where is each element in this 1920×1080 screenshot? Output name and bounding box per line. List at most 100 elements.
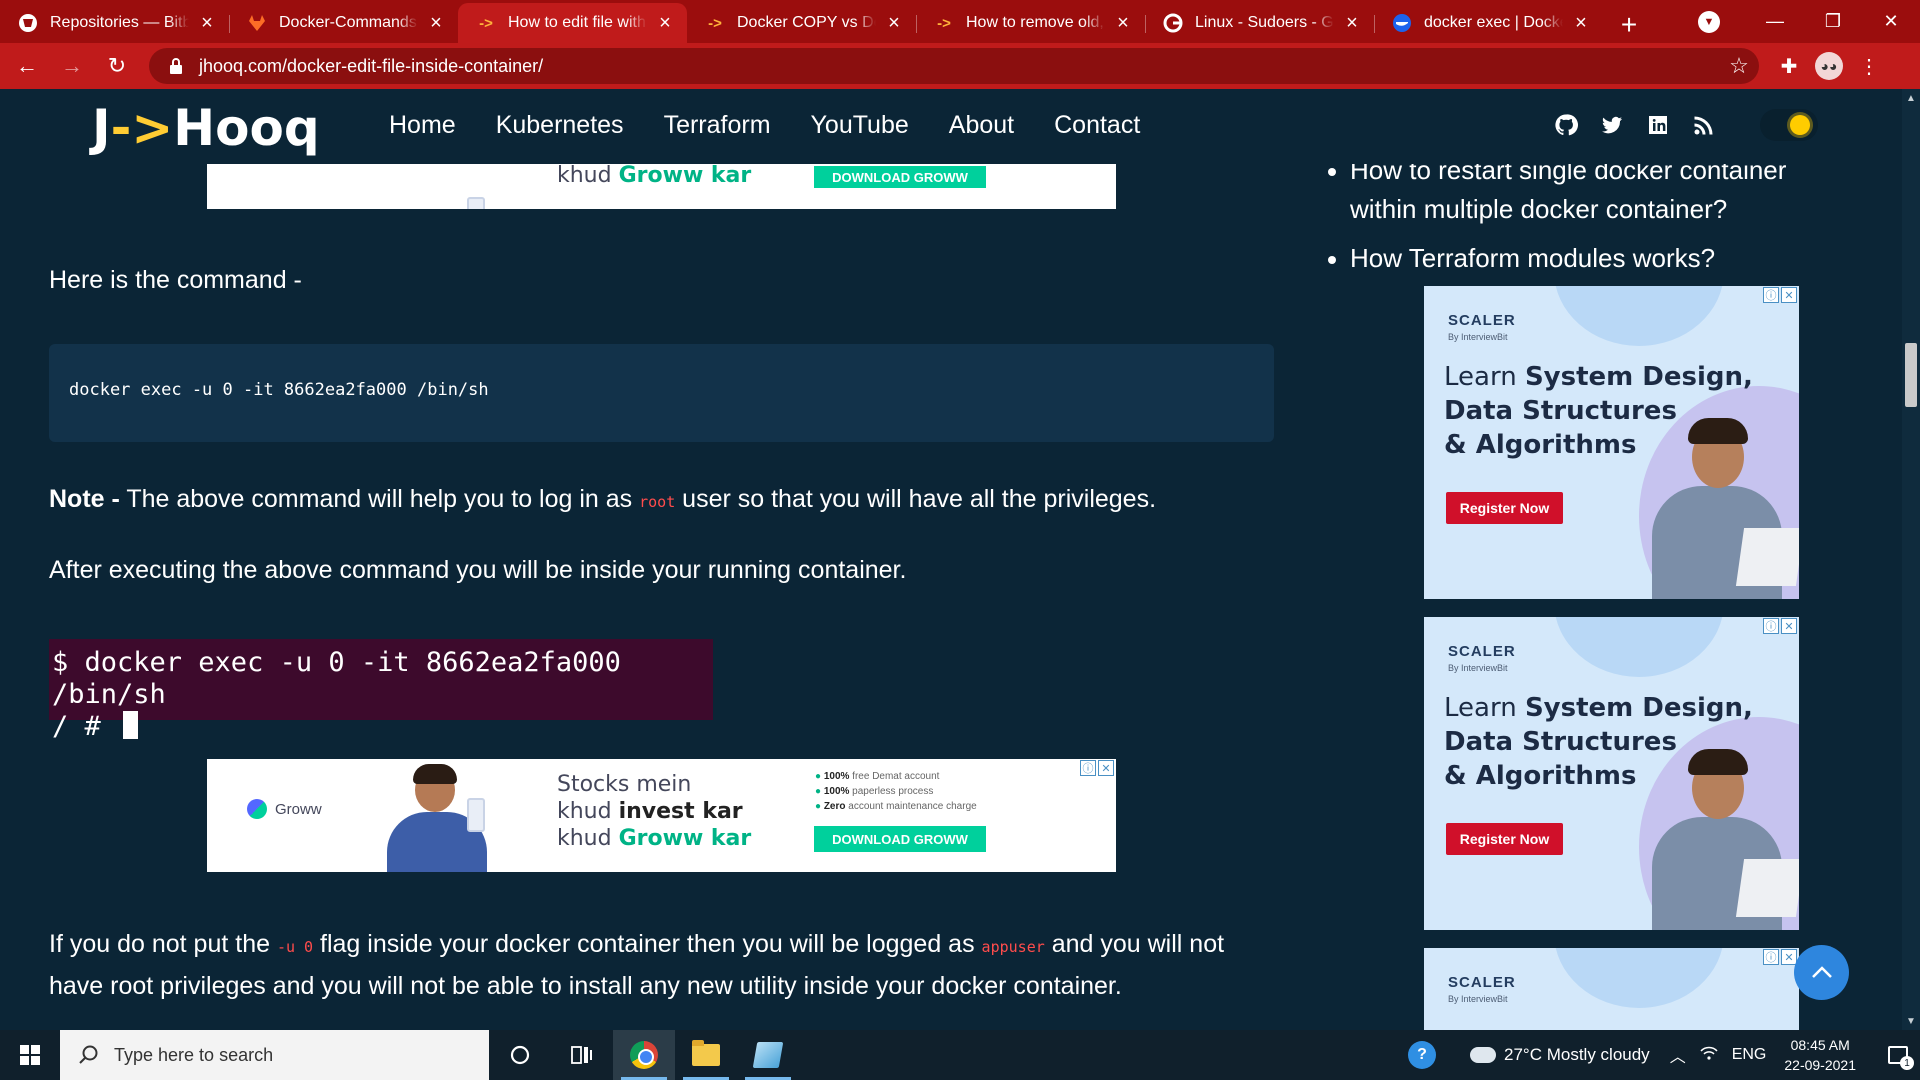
linkedin-icon[interactable] bbox=[1644, 111, 1672, 139]
browser-tab-active[interactable]: -> How to edit file within Docker contai… bbox=[458, 3, 687, 43]
rss-icon[interactable] bbox=[1690, 111, 1718, 139]
browser-tab[interactable]: Linux - Sudoers - Google Search × bbox=[1145, 5, 1374, 41]
clock[interactable]: 08:45 AM 22-09-2021 bbox=[1784, 1035, 1856, 1075]
nav-home[interactable]: Home bbox=[389, 111, 456, 140]
nav-youtube[interactable]: YouTube bbox=[811, 111, 909, 140]
ad-text-bold: System Design, bbox=[1524, 693, 1753, 723]
extension-area: ✚ ◕◕ ⋮ bbox=[1769, 48, 1889, 84]
nav-about[interactable]: About bbox=[949, 111, 1014, 140]
register-now-button[interactable]: Register Now bbox=[1446, 823, 1563, 855]
chrome-taskbar-icon[interactable] bbox=[613, 1030, 675, 1080]
theme-toggle[interactable] bbox=[1760, 109, 1818, 141]
para-text: If you do not put the bbox=[49, 930, 277, 958]
download-groww-button[interactable]: DOWNLOAD GROWW bbox=[814, 826, 986, 852]
close-icon[interactable]: × bbox=[426, 12, 446, 35]
window-controls: ▼ — ❐ ✕ bbox=[1698, 0, 1920, 43]
ad-info-icon[interactable]: ⓘ bbox=[1763, 949, 1779, 965]
ad-person-hair bbox=[1688, 749, 1748, 775]
download-groww-button[interactable]: DOWNLOAD GROWW bbox=[814, 166, 986, 188]
browser-tab[interactable]: -> Docker COPY vs Docker ADD × bbox=[687, 5, 916, 41]
nav-terraform[interactable]: Terraform bbox=[664, 111, 771, 140]
ad-text-green: Groww kar bbox=[618, 826, 752, 851]
action-center-icon[interactable]: 1 bbox=[1876, 1030, 1920, 1080]
close-icon[interactable]: × bbox=[884, 12, 904, 35]
ad-close-icon[interactable]: ✕ bbox=[1781, 618, 1797, 634]
address-bar-row: ← → ↻ jhooq.com/docker-edit-file-inside-… bbox=[0, 43, 1920, 89]
profile-avatar[interactable]: ◕◕ bbox=[1809, 48, 1849, 84]
extensions-puzzle-icon[interactable]: ✚ bbox=[1769, 48, 1809, 84]
ad-person-image bbox=[1644, 418, 1799, 599]
close-icon[interactable]: × bbox=[1113, 12, 1133, 35]
url-input[interactable]: jhooq.com/docker-edit-file-inside-contai… bbox=[149, 48, 1759, 84]
ad-decor bbox=[1554, 948, 1724, 1008]
reload-icon[interactable]: ↻ bbox=[99, 48, 135, 84]
scaler-ad[interactable]: SCALER By InterviewBit Learn System Desi… bbox=[1424, 617, 1799, 930]
scroll-to-top-button[interactable] bbox=[1794, 945, 1849, 1000]
ad-point-text: account maintenance charge bbox=[845, 801, 977, 812]
close-icon[interactable]: × bbox=[1342, 12, 1362, 35]
tab-search-icon[interactable]: ▼ bbox=[1698, 10, 1720, 33]
page-viewport: J->Hooq Home Kubernetes Terraform YouTub… bbox=[0, 89, 1920, 1030]
back-arrow-icon[interactable]: ← bbox=[9, 48, 45, 84]
close-icon[interactable]: × bbox=[1571, 12, 1591, 35]
browser-tab[interactable]: Docker-Commands · GitLab × bbox=[229, 5, 458, 41]
window-close-icon[interactable]: ✕ bbox=[1862, 2, 1920, 42]
nav-kubernetes[interactable]: Kubernetes bbox=[496, 111, 624, 140]
main-menu: Home Kubernetes Terraform YouTube About … bbox=[389, 111, 1140, 140]
ad-info-icon[interactable]: ⓘ bbox=[1080, 760, 1096, 776]
minimize-icon[interactable]: — bbox=[1746, 2, 1804, 42]
new-tab-button[interactable]: + bbox=[1609, 7, 1649, 43]
scroll-down-arrow-icon[interactable]: ▼ bbox=[1902, 1012, 1920, 1030]
close-icon[interactable]: × bbox=[655, 12, 675, 35]
forward-arrow-icon[interactable]: → bbox=[54, 48, 90, 84]
scaler-ad[interactable]: SCALER By InterviewBit Learn System Desi… bbox=[1424, 286, 1799, 599]
chevron-up-icon bbox=[1811, 965, 1832, 978]
kebab-menu-icon[interactable]: ⋮ bbox=[1849, 48, 1889, 84]
close-icon[interactable]: × bbox=[197, 12, 217, 35]
browser-tab[interactable]: docker exec | Docker Documentation × bbox=[1374, 5, 1603, 41]
ad-point-bold: 100% bbox=[823, 786, 850, 797]
ad-line2: khud invest kar bbox=[557, 798, 751, 825]
bookmark-star-icon[interactable]: ☆ bbox=[1719, 53, 1759, 79]
language-indicator[interactable]: ENG bbox=[1732, 1046, 1767, 1064]
folder-icon bbox=[692, 1040, 720, 1066]
browser-tab[interactable]: -> How to remove old, unused images × bbox=[916, 5, 1145, 41]
cortana-icon[interactable] bbox=[489, 1030, 551, 1080]
ad-info-icon[interactable]: ⓘ bbox=[1763, 287, 1779, 303]
weather-widget[interactable]: 27°C Mostly cloudy bbox=[1466, 1041, 1650, 1065]
file-explorer-taskbar-icon[interactable] bbox=[675, 1030, 737, 1080]
notepad-icon bbox=[752, 1042, 784, 1068]
help-icon[interactable]: ? bbox=[1408, 1041, 1436, 1069]
scaler-sub: By InterviewBit bbox=[1448, 332, 1508, 342]
ad-info-icon[interactable]: ⓘ bbox=[1763, 618, 1779, 634]
groww-ad-banner[interactable]: Groww Stocks mein khud invest kar khud G… bbox=[207, 759, 1116, 872]
terminal-line: $ docker exec -u 0 -it 8662ea2fa000 /bin… bbox=[52, 647, 621, 710]
scrollbar-thumb[interactable] bbox=[1905, 343, 1917, 407]
windows-start-icon[interactable] bbox=[0, 1030, 60, 1080]
ad-close-icon[interactable]: ✕ bbox=[1781, 287, 1797, 303]
taskbar-search-input[interactable]: Type here to search bbox=[60, 1030, 489, 1080]
nav-contact[interactable]: Contact bbox=[1054, 111, 1140, 140]
ad-close-icon[interactable]: ✕ bbox=[1098, 760, 1114, 776]
related-post-link[interactable]: How Terraform modules works? bbox=[1328, 239, 1830, 278]
restore-icon[interactable]: ❐ bbox=[1804, 2, 1862, 42]
task-view-icon[interactable] bbox=[551, 1030, 613, 1080]
scroll-up-arrow-icon[interactable]: ▲ bbox=[1902, 89, 1920, 107]
page-scrollbar[interactable]: ▲ ▼ bbox=[1902, 89, 1920, 1030]
ad-text-bold: Data Structures bbox=[1444, 727, 1677, 757]
wifi-icon[interactable] bbox=[1700, 1046, 1718, 1065]
chevron-up-icon[interactable]: ︿ bbox=[1670, 1043, 1686, 1067]
browser-tab[interactable]: Repositories — Bitbucket × bbox=[0, 5, 229, 41]
github-icon[interactable] bbox=[1552, 111, 1580, 139]
scaler-logo: SCALER bbox=[1448, 643, 1516, 660]
ad-point: ● Zero account maintenance charge bbox=[815, 801, 977, 812]
register-now-button[interactable]: Register Now bbox=[1446, 492, 1563, 524]
notepad-taskbar-icon[interactable] bbox=[737, 1030, 799, 1080]
code-block[interactable]: docker exec -u 0 -it 8662ea2fa000 /bin/s… bbox=[49, 344, 1274, 442]
twitter-icon[interactable] bbox=[1598, 111, 1626, 139]
groww-ad-banner-top[interactable]: khud Groww kar DOWNLOAD GROWW bbox=[207, 164, 1116, 209]
url-text: jhooq.com/docker-edit-file-inside-contai… bbox=[199, 55, 544, 76]
jhooq-icon: -> bbox=[479, 14, 493, 32]
site-logo[interactable]: J->Hooq bbox=[92, 99, 320, 157]
scaler-ad[interactable]: SCALER By InterviewBit ⓘ ✕ bbox=[1424, 948, 1799, 1030]
